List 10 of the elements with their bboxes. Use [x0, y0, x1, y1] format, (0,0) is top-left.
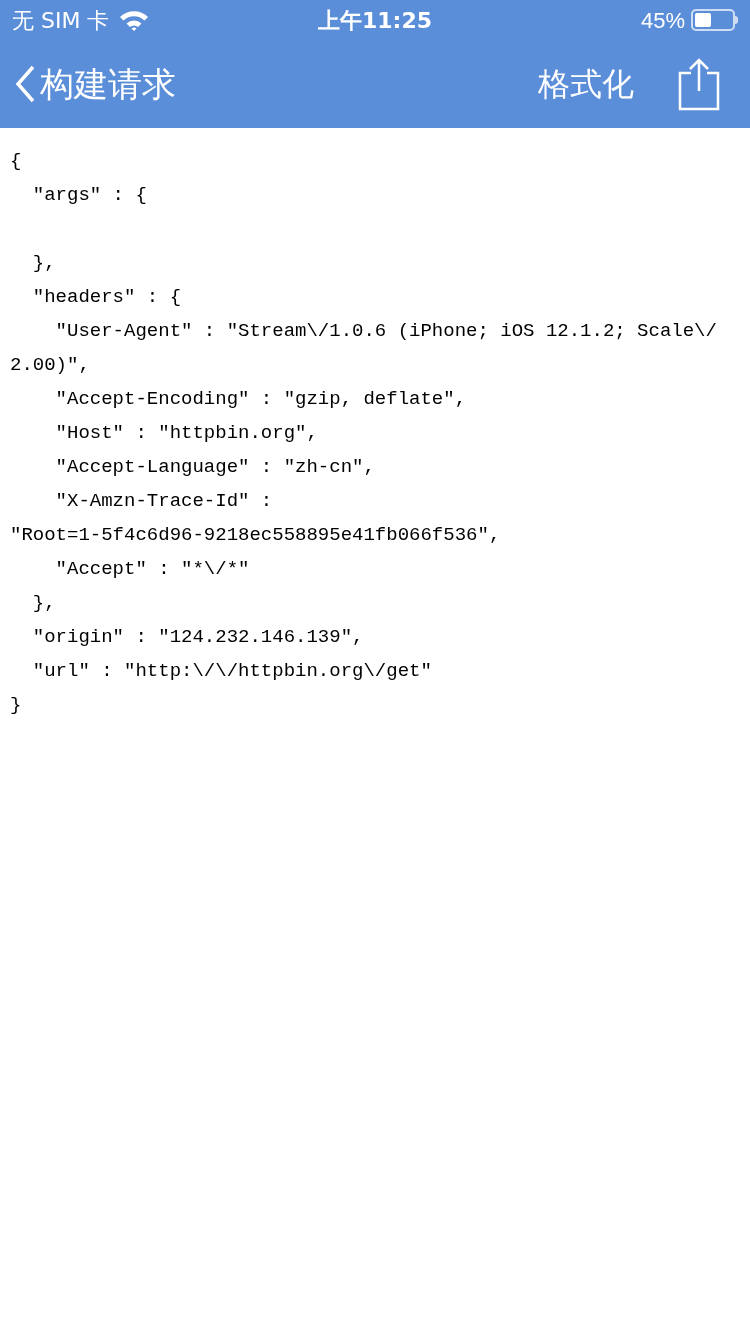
chevron-left-icon	[14, 64, 36, 104]
response-json-text: { "args" : { }, "headers" : { "User-Agent" : "Stream\/1.0.6 (iPhone; iOS 12.1.2; Scale\/ 2.00)", "Accept-Encoding" : "gzip, deflate", "Host" : "httpbin.org", "Accept-Language" : "zh-cn", "X-Amzn-Trace-Id" : "Root=1-5f4c6d96-9218ec558895e41fb066f536", "Accept" : "*\/*" }, "origin" : "124.232.146.139", "url" : "http:\/\/httpbin.org\/get" }	[10, 149, 718, 718]
back-button[interactable]: 构建请求	[14, 58, 176, 110]
share-icon[interactable]	[678, 57, 720, 111]
format-button[interactable]: 格式化	[538, 60, 634, 108]
battery-percent: 45%	[640, 6, 685, 35]
time-text: 上午11:25	[318, 6, 432, 35]
wifi-icon	[119, 9, 150, 31]
carrier-text: 无 SIM 卡	[12, 6, 110, 35]
battery-icon	[691, 9, 738, 31]
